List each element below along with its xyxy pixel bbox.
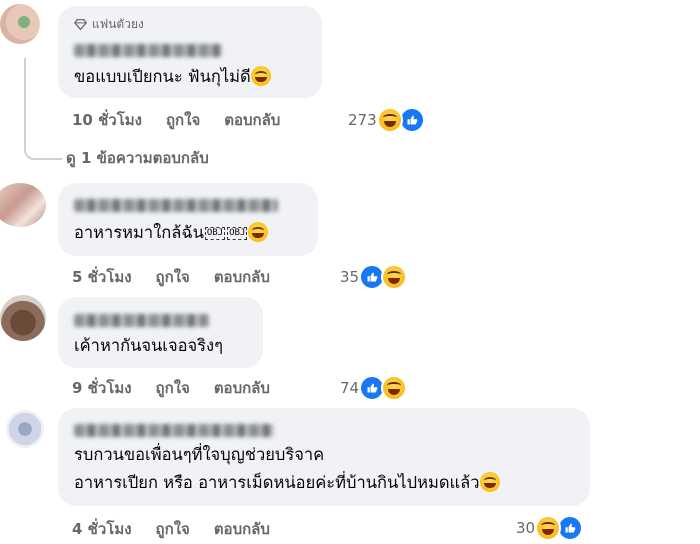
reaction-count: 35 [340, 268, 360, 286]
commenter-avatar[interactable] [0, 4, 40, 44]
comment-actions: 10 ชั่วโมง ถูกใจ ตอบกลับ [72, 108, 304, 132]
comment-time[interactable]: 10 ชั่วโมง [72, 111, 142, 129]
commenter-name[interactable] [74, 199, 278, 212]
haha-reaction-icon [376, 107, 403, 133]
badge-label: แฟนตัวยง [92, 17, 144, 31]
commenter-avatar[interactable] [0, 295, 46, 341]
comment-text: เค้าหากันจนเจอจริงๆ [74, 336, 223, 355]
obj-placeholder-icon: OBJ [204, 227, 226, 240]
comment-bubble: อาหารหมาใกล้ฉัน OBJ OBJ [58, 183, 318, 256]
reaction-count: 30 [516, 519, 536, 537]
like-action[interactable]: ถูกใจ [166, 111, 200, 129]
commenter-name[interactable] [74, 314, 209, 327]
comment-bubble: แฟนตัวยง ขอแบบเปียกนะ ฟันกุไม่ดี [58, 6, 322, 98]
reaction-count: 74 [340, 379, 360, 397]
comment-text-line: รบกวนขอเพื่อนๆที่ใจบุญช่วยบริจาค [74, 445, 325, 464]
like-action[interactable]: ถูกใจ [156, 268, 190, 286]
reply-action[interactable]: ตอบกลับ [214, 520, 270, 538]
commenter-avatar[interactable] [0, 183, 46, 227]
laughing-emoji-icon [248, 222, 269, 242]
top-fan-badge: แฟนตัวยง [74, 15, 144, 34]
reply-action[interactable]: ตอบกลับ [224, 111, 280, 129]
comment-bubble: รบกวนขอเพื่อนๆที่ใจบุญช่วยบริจาค อาหารเป… [58, 408, 590, 506]
commenter-avatar[interactable] [6, 410, 44, 448]
obj-placeholder-icon: OBJ [227, 227, 248, 240]
reaction-summary[interactable]: 35 [340, 264, 408, 290]
haha-reaction-icon [535, 515, 562, 541]
reaction-summary[interactable]: 273 [348, 107, 425, 133]
comment-bubble: เค้าหากันจนเจอจริงๆ [58, 297, 263, 368]
comment-actions: 9 ชั่วโมง ถูกใจ ตอบกลับ [72, 376, 294, 400]
comment-actions: 5 ชั่วโมง ถูกใจ ตอบกลับ [72, 265, 294, 289]
commenter-name[interactable] [74, 44, 222, 57]
haha-reaction-icon [381, 264, 408, 290]
laughing-emoji-icon [250, 66, 271, 86]
comment-text: ขอแบบเปียกนะ ฟันกุไม่ดี [74, 64, 271, 90]
reaction-summary[interactable]: 74 [340, 375, 408, 401]
reaction-summary[interactable]: 30 [516, 515, 584, 541]
comment-text: อาหารหมาใกล้ฉัน OBJ OBJ [74, 220, 269, 246]
view-replies-link[interactable]: ดู 1 ข้อความตอบกลับ [66, 146, 209, 170]
reply-action[interactable]: ตอบกลับ [214, 379, 270, 397]
comment-time[interactable]: 9 ชั่วโมง [72, 379, 132, 397]
comment-actions: 4 ชั่วโมง ถูกใจ ตอบกลับ [72, 517, 294, 541]
haha-reaction-icon [381, 375, 408, 401]
laughing-emoji-icon [479, 472, 500, 492]
diamond-icon [74, 18, 87, 31]
comment-time[interactable]: 5 ชั่วโมง [72, 268, 132, 286]
comment-time[interactable]: 4 ชั่วโมง [72, 520, 132, 538]
commenter-name[interactable] [74, 424, 274, 437]
reaction-count: 273 [348, 111, 377, 129]
reply-thread-line [24, 58, 62, 160]
like-action[interactable]: ถูกใจ [156, 379, 190, 397]
reply-action[interactable]: ตอบกลับ [214, 268, 270, 286]
comment-text-line: อาหารเปียก หรือ อาหารเม็ดหน่อยค่ะที่บ้าน… [74, 470, 500, 496]
like-action[interactable]: ถูกใจ [156, 520, 190, 538]
